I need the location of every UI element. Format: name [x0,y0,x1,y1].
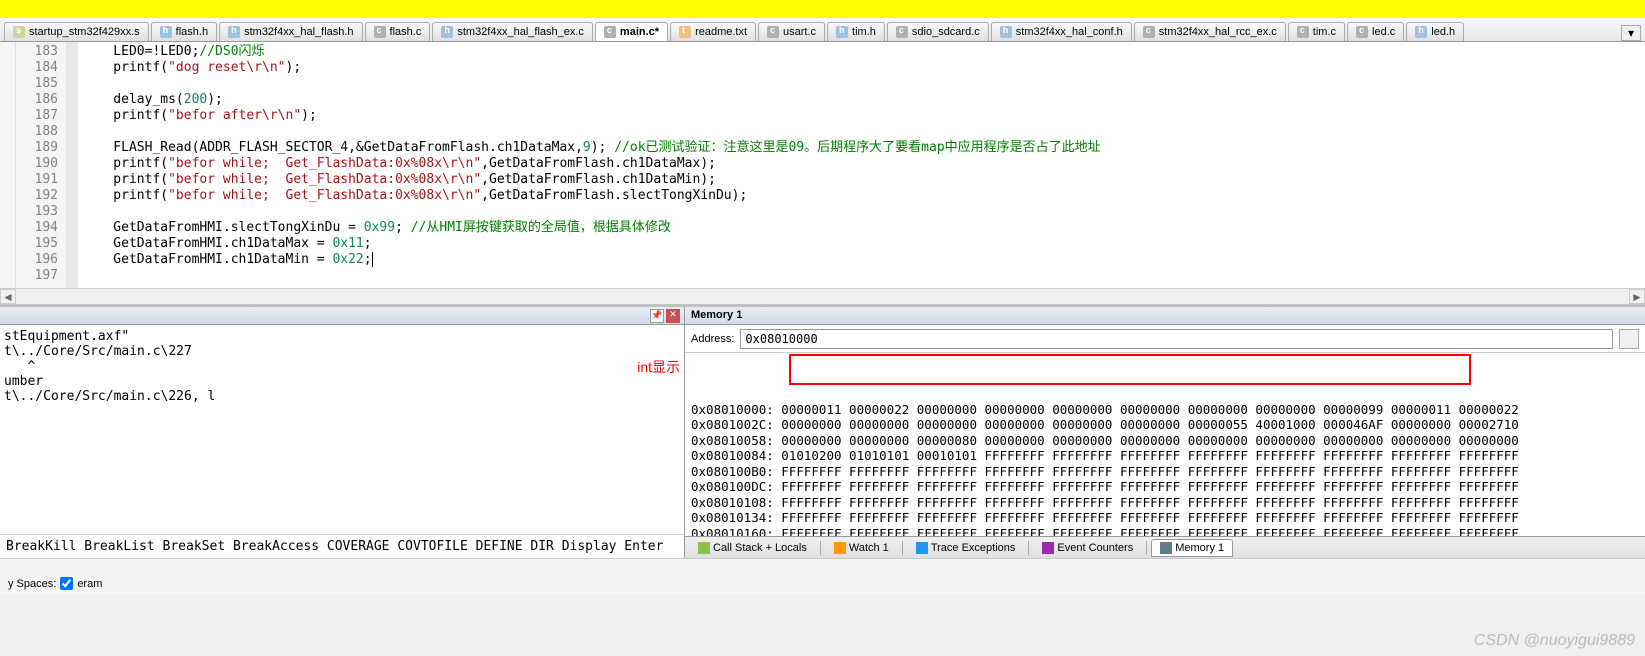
file-type-icon [160,26,172,38]
memory-row: 0x08010084: 01010200 01010101 00010101 F… [691,448,1639,464]
user-annotation: int显示 [637,357,680,377]
address-input[interactable] [740,329,1613,349]
horizontal-scrollbar[interactable]: ◄ ► [0,288,1645,304]
debug-tab-icon [1160,542,1172,554]
file-tab-label: stm32f4xx_hal_flash.h [244,26,353,38]
debug-tab-icon [1042,542,1054,554]
memory-tool-icon[interactable] [1619,329,1639,349]
eram-checkbox[interactable] [60,577,73,590]
file-tab-label: readme.txt [695,26,747,38]
build-output-body[interactable]: stEquipment.axf" t\../Core/Src/main.c\22… [0,325,684,434]
tab-overflow-dropdown[interactable]: ▾ [1621,25,1641,41]
file-tab[interactable]: stm32f4xx_hal_flash_ex.c [432,22,593,41]
marker-gutter [66,42,78,288]
debug-tab[interactable]: Memory 1 [1151,539,1233,557]
file-type-icon [374,26,386,38]
watermark: CSDN @nuoyigui9889 [1474,632,1635,650]
file-type-icon [836,26,848,38]
file-tab[interactable]: stm32f4xx_hal_flash.h [219,22,362,41]
debug-tab-label: Call Stack + Locals [713,542,807,554]
file-type-icon [1356,26,1368,38]
debug-tab-label: Event Counters [1057,542,1133,554]
memory-dump[interactable]: 0x08010000: 00000011 00000022 00000000 0… [685,353,1645,536]
close-icon[interactable]: ✕ [666,309,680,323]
address-label: Address: [691,333,734,345]
file-tab-label: led.h [1431,26,1455,38]
file-tab[interactable]: startup_stm32f429xx.s [4,22,149,41]
memory-row: 0x0801002C: 00000000 00000000 00000000 0… [691,417,1639,433]
scroll-left-arrow[interactable]: ◄ [0,289,16,304]
file-tab-label: stm32f4xx_hal_conf.h [1016,26,1123,38]
debug-tab-label: Memory 1 [1175,542,1224,554]
scroll-right-arrow[interactable]: ► [1629,289,1645,304]
file-tab[interactable]: led.c [1347,22,1404,41]
file-tab[interactable]: tim.h [827,22,885,41]
debug-tab[interactable]: Watch 1 [825,539,898,557]
file-tab-label: sdio_sdcard.c [912,26,980,38]
debug-tab-label: Watch 1 [849,542,889,554]
file-type-icon [896,26,908,38]
debug-tab-bar: Call Stack + Locals Watch 1 Trace Exceptio… [685,536,1645,558]
memory-row: 0x08010134: FFFFFFFF FFFFFFFF FFFFFFFF F… [691,510,1639,526]
file-tab-label: stm32f4xx_hal_flash_ex.c [457,26,584,38]
memory-row: 0x080100DC: FFFFFFFF FFFFFFFF FFFFFFFF F… [691,479,1639,495]
pin-icon[interactable]: 📌 [650,309,664,323]
file-type-icon [441,26,453,38]
file-tab[interactable]: readme.txt [670,22,756,41]
file-tab-label: startup_stm32f429xx.s [29,26,140,38]
file-tab-bar: startup_stm32f429xx.s flash.h stm32f4xx_ha… [0,18,1645,42]
spaces-label: y Spaces: [8,578,56,590]
file-type-icon [13,26,25,38]
file-tab[interactable]: stm32f4xx_hal_rcc_ex.c [1134,22,1286,41]
debug-tab-label: Trace Exceptions [931,542,1016,554]
file-type-icon [679,26,691,38]
memory-row: 0x08010058: 00000000 00000000 00000080 0… [691,433,1639,449]
file-tab-label: tim.c [1313,26,1336,38]
status-bar: y Spaces: eram [0,558,1645,594]
file-tab[interactable]: tim.c [1288,22,1345,41]
memory-row: 0x08010160: FFFFFFFF FFFFFFFF FFFFFFFF F… [691,526,1639,537]
file-tab-label: tim.h [852,26,876,38]
file-tab-label: stm32f4xx_hal_rcc_ex.c [1159,26,1277,38]
file-tab[interactable]: main.c* [595,22,668,41]
debug-tab[interactable]: Call Stack + Locals [689,539,816,557]
file-type-icon [1143,26,1155,38]
debug-tab[interactable]: Trace Exceptions [907,539,1025,557]
line-number-gutter: 183 184 185 186 187 188 189 190 191 192 … [16,42,66,288]
memory-pane-title: Memory 1 [685,307,1645,325]
memory-row: 0x08010000: 00000011 00000022 00000000 0… [691,402,1639,418]
eram-label: eram [77,578,102,590]
code-editor[interactable]: 183 184 185 186 187 188 189 190 191 192 … [0,42,1645,288]
highlight-rect [789,354,1471,385]
code-body[interactable]: LED0=!LED0;//DS0闪烁 printf("dog reset\r\n… [78,42,1645,288]
file-tab-label: main.c* [620,26,659,38]
file-tab[interactable]: flash.c [365,22,431,41]
fold-gutter[interactable] [0,42,16,288]
debug-tab-icon [698,542,710,554]
file-tab-label: flash.c [390,26,422,38]
file-tab-label: usart.c [783,26,816,38]
file-tab[interactable]: sdio_sdcard.c [887,22,989,41]
file-tab[interactable]: usart.c [758,22,825,41]
file-tab[interactable]: stm32f4xx_hal_conf.h [991,22,1132,41]
memory-row: 0x08010108: FFFFFFFF FFFFFFFF FFFFFFFF F… [691,495,1639,511]
file-type-icon [1000,26,1012,38]
file-type-icon [228,26,240,38]
memory-row: 0x080100B0: FFFFFFFF FFFFFFFF FFFFFFFF F… [691,464,1639,480]
file-type-icon [604,26,616,38]
file-type-icon [1415,26,1427,38]
file-tab-label: led.c [1372,26,1395,38]
build-output-pane: 📌 ✕ stEquipment.axf" t\../Core/Src/main.… [0,307,685,558]
memory-pane: Memory 1 Address: 0x08010000: 00000011 0… [685,307,1645,558]
command-help-line: BreakKill BreakList BreakSet BreakAccess… [0,534,684,558]
debug-tab[interactable]: Event Counters [1033,539,1142,557]
file-tab-label: flash.h [176,26,208,38]
debug-tab-icon [916,542,928,554]
file-tab[interactable]: flash.h [151,22,217,41]
file-type-icon [1297,26,1309,38]
file-type-icon [767,26,779,38]
debug-tab-icon [834,542,846,554]
file-tab[interactable]: led.h [1406,22,1464,41]
highlight-bar [0,0,1645,18]
